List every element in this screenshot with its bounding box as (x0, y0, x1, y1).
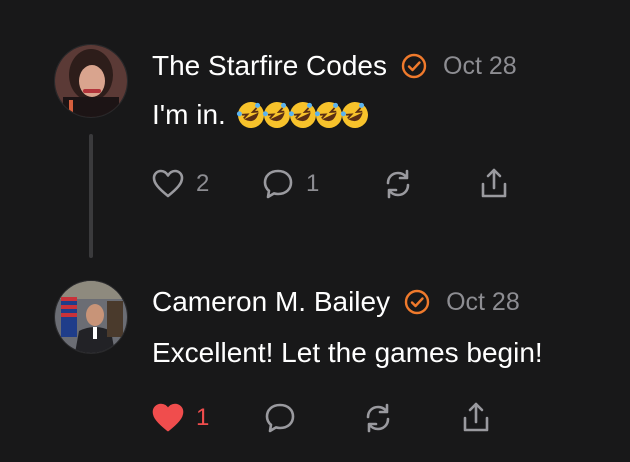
post-cameron: Cameron M. Bailey Oct 28 Excellent! Let … (0, 262, 630, 462)
comment-icon (265, 403, 295, 433)
share-button[interactable] (458, 398, 494, 438)
post-text: I'm in. (152, 94, 370, 136)
reply-count: 1 (306, 170, 320, 197)
reply-button[interactable]: 1 (260, 164, 319, 204)
author-name[interactable]: Cameron M. Bailey (152, 286, 390, 318)
comment-icon (263, 169, 293, 199)
post-text: Excellent! Let the games begin! (152, 332, 543, 374)
laughing-emoji-icon (340, 102, 368, 128)
share-icon (463, 402, 489, 432)
like-count: 2 (196, 170, 210, 197)
avatar[interactable] (54, 44, 128, 118)
repost-button[interactable] (360, 398, 396, 438)
post-actions: 1 (150, 398, 570, 438)
heart-filled-icon (152, 403, 184, 432)
like-button[interactable]: 2 (150, 164, 209, 204)
share-button[interactable] (476, 164, 512, 204)
post-date[interactable]: Oct 28 (443, 52, 517, 81)
post-starfire: The Starfire Codes Oct 28 I'm in. 2 1 (0, 0, 630, 262)
avatar[interactable] (54, 280, 128, 354)
post-text-content: I'm in. (152, 99, 226, 130)
repost-icon (386, 169, 410, 199)
post-text-content: Excellent! Let the games begin! (152, 337, 543, 368)
post-date[interactable]: Oct 28 (446, 288, 520, 317)
verified-icon (401, 53, 427, 79)
verified-icon (404, 289, 430, 315)
author-name[interactable]: The Starfire Codes (152, 50, 387, 82)
thread-line (89, 134, 93, 258)
reply-button[interactable] (262, 398, 298, 438)
emoji-row (236, 100, 370, 130)
repost-icon (366, 403, 390, 433)
repost-button[interactable] (380, 164, 416, 204)
like-button[interactable]: 1 (150, 398, 209, 438)
post-header: The Starfire Codes Oct 28 (152, 46, 517, 86)
post-header: Cameron M. Bailey Oct 28 (152, 282, 520, 322)
heart-icon (152, 169, 184, 198)
like-count: 1 (196, 404, 210, 431)
post-actions: 2 1 (150, 164, 570, 204)
share-icon (481, 168, 507, 198)
